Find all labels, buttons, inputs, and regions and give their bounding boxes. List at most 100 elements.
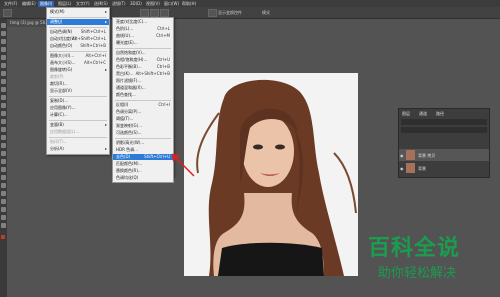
adjust-item[interactable]: 色彩平衡(B)... Ctrl+B xyxy=(113,64,173,70)
adjust-item[interactable]: 阴影/高光(W)... xyxy=(113,140,173,146)
adjust-item[interactable]: 照片滤镜(F)... xyxy=(113,78,173,84)
submenu-arrow-icon: ▸ xyxy=(104,146,107,151)
tool-icon[interactable] xyxy=(1,111,6,116)
show-transform-label: 显示变换控件 xyxy=(218,10,242,15)
tool-icon[interactable] xyxy=(1,79,6,84)
tool-icon[interactable] xyxy=(1,207,6,212)
tool-icon[interactable] xyxy=(1,175,6,180)
blend-mode-bar[interactable] xyxy=(401,127,487,133)
adjust-item[interactable]: 色调分离(P)... xyxy=(113,109,173,115)
adjust-item[interactable]: 匹配颜色(M)... xyxy=(113,161,173,167)
canvas[interactable] xyxy=(184,73,358,276)
tab-layers[interactable]: 图层 xyxy=(402,111,410,117)
adjust-item[interactable]: 反相(I) Ctrl+I xyxy=(113,102,173,108)
adjust-item-desaturate[interactable]: 去色(D) Shift+Ctrl+U xyxy=(113,154,173,160)
image-menu-item-apply-data-set[interactable]: 应用数据组(L)... xyxy=(47,129,109,135)
tool-icon[interactable] xyxy=(1,87,6,92)
tool-icon[interactable] xyxy=(1,119,6,124)
adjust-item[interactable]: 自然饱和度(V)... xyxy=(113,50,173,56)
image-menu-item-auto-tone[interactable]: 自动色调(N) Shift+Ctrl+L xyxy=(47,29,109,35)
tab-channels[interactable]: 通道 xyxy=(419,111,427,117)
menu-item-label: 复制(D)... xyxy=(50,98,69,103)
adjust-item[interactable]: 色相/饱和度(H)... Ctrl+U xyxy=(113,57,173,63)
tool-icon[interactable] xyxy=(1,127,6,132)
image-menu-item-duplicate[interactable]: 复制(D)... xyxy=(47,98,109,104)
image-menu-item-crop[interactable]: 裁剪(P) xyxy=(47,74,109,80)
menu-item-shortcut: Ctrl+U xyxy=(156,57,170,62)
align-icon[interactable] xyxy=(140,9,149,17)
adjust-item[interactable]: 曲线(U)... Ctrl+M xyxy=(113,33,173,39)
align-icon[interactable] xyxy=(160,9,169,17)
layer-row[interactable]: ◉ 背景 拷贝 xyxy=(399,149,489,161)
tool-icon[interactable] xyxy=(1,63,6,68)
image-menu-item-analysis[interactable]: 分析(A) ▸ xyxy=(47,146,109,152)
tool-icon[interactable] xyxy=(1,95,6,100)
tab-paths[interactable]: 路径 xyxy=(436,111,444,117)
tool-icon[interactable] xyxy=(1,23,6,28)
image-menu-item-apply-image[interactable]: 应用图像(Y)... xyxy=(47,105,109,111)
menu-item-label: 去色(D) xyxy=(116,154,131,159)
menu-item-label: 色调分离(P)... xyxy=(116,109,142,114)
image-menu-item-auto-contrast[interactable]: 自动对比度(U) Alt+Shift+Ctrl+L xyxy=(47,36,109,42)
adjust-item[interactable]: 黑白(K)... Alt+Shift+Ctrl+B xyxy=(113,71,173,77)
tool-icon[interactable] xyxy=(1,135,6,140)
tool-icon[interactable] xyxy=(1,167,6,172)
menu-item-label: 色相/饱和度(H)... xyxy=(116,57,148,62)
menu-item-label: 自动色调(N) xyxy=(50,29,73,34)
tool-icon[interactable] xyxy=(1,47,6,52)
tool-icon[interactable] xyxy=(1,183,6,188)
foreground-color-swatch[interactable] xyxy=(1,235,5,239)
menu-separator xyxy=(49,27,107,28)
adjust-item[interactable]: 颜色查找... xyxy=(113,92,173,98)
adjust-item[interactable]: 色调均化(Q) xyxy=(113,175,173,181)
image-menu-item-adjust[interactable]: 调整(J) ▸ xyxy=(47,19,109,25)
image-menu-item-rotation[interactable]: 图像旋转(G) ▸ xyxy=(47,67,109,73)
tool-icon[interactable] xyxy=(1,159,6,164)
tool-icon[interactable] xyxy=(1,103,6,108)
layer-row[interactable]: ◉ 背景 xyxy=(399,162,489,174)
menu-item-label: 分析(A) xyxy=(50,146,64,151)
image-menu-item-image-size[interactable]: 图像大小(I)... Alt+Ctrl+I xyxy=(47,53,109,59)
adjust-item[interactable]: 替换颜色(R)... xyxy=(113,168,173,174)
menu-item-shortcut: Ctrl+I xyxy=(158,102,170,107)
tool-icon[interactable] xyxy=(1,39,6,44)
image-menu-item-variables[interactable]: 变量(B) ▸ xyxy=(47,122,109,128)
image-menu-item-reveal-all[interactable]: 显示全部(V) xyxy=(47,88,109,94)
tool-icon[interactable] xyxy=(1,143,6,148)
tool-icon[interactable] xyxy=(1,31,6,36)
tool-icon[interactable] xyxy=(1,71,6,76)
align-icon[interactable] xyxy=(150,9,159,17)
adjust-item[interactable]: 渐变映射(G)... xyxy=(113,123,173,129)
submenu-arrow-icon: ▸ xyxy=(104,19,107,24)
layer-filter-bar[interactable] xyxy=(401,119,487,125)
adjust-item[interactable]: 通道混和器(X)... xyxy=(113,85,173,91)
eye-icon[interactable]: ◉ xyxy=(400,166,404,171)
adjust-item[interactable]: 色阶(L)... Ctrl+L xyxy=(113,26,173,32)
mode-label: 模式 xyxy=(262,10,270,15)
adjust-item[interactable]: 可选颜色(S)... xyxy=(113,130,173,136)
menu-separator xyxy=(49,51,107,52)
checkbox[interactable] xyxy=(208,9,217,17)
submenu-arrow-icon: ▸ xyxy=(104,9,107,14)
image-menu-item-canvas-size[interactable]: 画布大小(S)... Alt+Ctrl+C xyxy=(47,60,109,66)
tool-icon[interactable] xyxy=(1,215,6,220)
tool-icon[interactable] xyxy=(1,191,6,196)
image-menu-item-calculations[interactable]: 计算(C)... xyxy=(47,112,109,118)
image-menu-item-trap[interactable]: 陷印(T)... xyxy=(47,139,109,145)
image-menu-item-mode[interactable]: 模式(M) ▸ xyxy=(47,9,109,15)
adjust-item[interactable]: 亮度/对比度(C)... xyxy=(113,19,173,25)
adjust-item[interactable]: 阈值(T)... xyxy=(113,116,173,122)
adjust-item[interactable]: HDR 色调... xyxy=(113,147,173,153)
image-menu-item-auto-color[interactable]: 自动颜色(O) Shift+Ctrl+B xyxy=(47,43,109,49)
image-menu-item-trim[interactable]: 裁切(R)... xyxy=(47,81,109,87)
menu-item-label: 自然饱和度(V)... xyxy=(116,50,146,55)
tool-icon[interactable] xyxy=(1,55,6,60)
menu-item-label: 模式(M) xyxy=(50,9,65,14)
adjust-item[interactable]: 曝光度(E)... xyxy=(113,40,173,46)
tool-preset-icon[interactable] xyxy=(3,9,12,17)
tool-icon[interactable] xyxy=(1,223,6,228)
eye-icon[interactable]: ◉ xyxy=(400,153,404,158)
tool-icon[interactable] xyxy=(1,199,6,204)
tool-icon[interactable] xyxy=(1,151,6,156)
menu-separator xyxy=(115,138,171,139)
